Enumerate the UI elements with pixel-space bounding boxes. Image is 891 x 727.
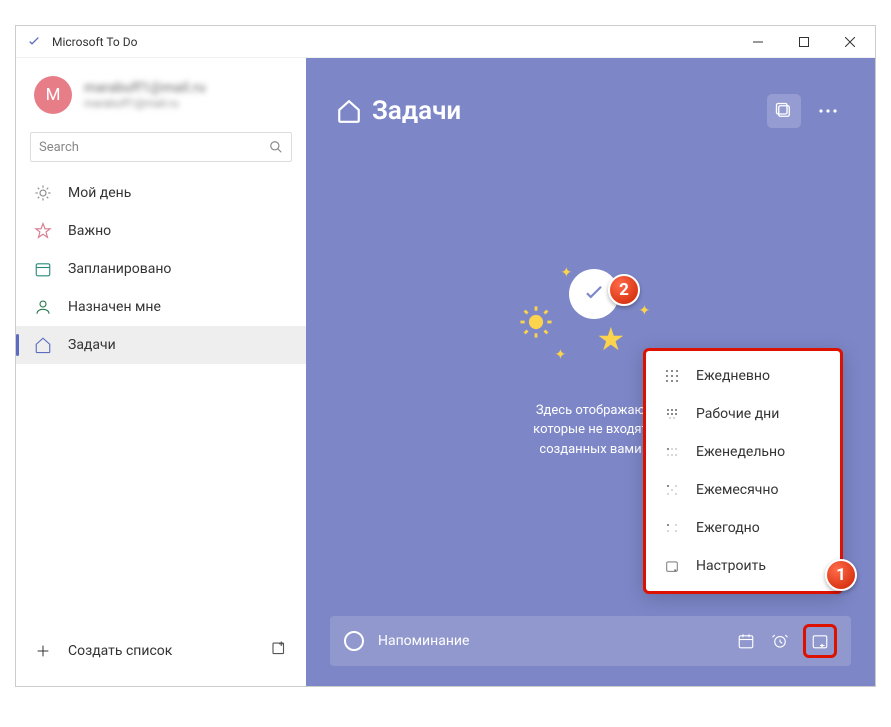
maximize-button[interactable] bbox=[781, 26, 827, 58]
window-title: Microsoft To Do bbox=[52, 35, 735, 49]
weekdays-icon bbox=[664, 406, 680, 422]
main-header: Задачи bbox=[330, 58, 851, 146]
repeat-popup: Ежедневно Рабочие дни Еженедельно Ежемес… bbox=[643, 348, 843, 594]
sparkle-icon: ✦ bbox=[561, 263, 573, 284]
popup-item-weekly[interactable]: Еженедельно bbox=[646, 433, 840, 471]
sidebar-item-planned[interactable]: Запланировано bbox=[16, 250, 306, 288]
minimize-button[interactable] bbox=[735, 26, 781, 58]
sidebar-label: Мой день bbox=[68, 185, 131, 201]
sidebar-label: Задачи bbox=[68, 337, 116, 353]
task-input[interactable]: Напоминание bbox=[378, 633, 735, 649]
sparkle-icon: ✦ bbox=[555, 345, 567, 366]
main-panel: Задачи ✦ ★ ✦ ✦ Здесь отображаю которые н… bbox=[306, 58, 875, 686]
sun-illustration-icon bbox=[519, 305, 553, 339]
task-circle-icon bbox=[344, 631, 364, 651]
profile-name: marabuff1@mail.ru bbox=[84, 80, 206, 97]
yearly-icon bbox=[664, 520, 680, 536]
calendar-icon bbox=[34, 260, 52, 278]
empty-text-1: Здесь отображаю bbox=[536, 401, 645, 421]
popup-label: Ежедневно bbox=[696, 368, 770, 384]
sparkle-icon: ✦ bbox=[639, 301, 651, 322]
popup-item-monthly[interactable]: Ежемесячно bbox=[646, 471, 840, 509]
home-icon bbox=[34, 336, 52, 354]
page-title: Задачи bbox=[372, 96, 767, 126]
app-logo-icon bbox=[26, 34, 42, 50]
avatar: M bbox=[34, 76, 72, 114]
plus-icon[interactable] bbox=[34, 642, 52, 660]
titlebar: Microsoft To Do bbox=[16, 26, 875, 58]
sun-icon bbox=[34, 184, 52, 202]
content: M marabuff1@mail.ru marabuff1@mail.ru Se… bbox=[16, 58, 875, 686]
annotation-1: 1 bbox=[825, 559, 857, 591]
task-icons bbox=[735, 624, 837, 658]
daily-icon bbox=[664, 368, 680, 384]
due-date-button[interactable] bbox=[735, 630, 757, 652]
popup-label: Рабочие дни bbox=[696, 406, 779, 422]
window-controls bbox=[735, 26, 873, 58]
custom-icon bbox=[664, 558, 680, 574]
popup-label: Ежемесячно bbox=[696, 482, 778, 498]
annotation-2: 2 bbox=[608, 274, 640, 306]
sidebar-item-assigned[interactable]: Назначен мне bbox=[16, 288, 306, 326]
sidebar: M marabuff1@mail.ru marabuff1@mail.ru Se… bbox=[16, 58, 306, 686]
profile-email: marabuff1@mail.ru bbox=[84, 97, 206, 110]
popup-label: Настроить bbox=[696, 558, 766, 574]
weekly-icon bbox=[664, 444, 680, 460]
star-illustration-icon: ★ bbox=[597, 315, 626, 363]
more-button[interactable] bbox=[811, 94, 845, 128]
new-group-button[interactable] bbox=[270, 640, 288, 662]
repeat-button[interactable] bbox=[809, 630, 831, 652]
person-icon bbox=[34, 298, 52, 316]
app-window: Microsoft To Do M marabuff1@mail.ru mara… bbox=[15, 25, 876, 687]
close-button[interactable] bbox=[827, 26, 873, 58]
profile[interactable]: M marabuff1@mail.ru marabuff1@mail.ru bbox=[16, 70, 306, 128]
add-task-bar[interactable]: Напоминание bbox=[330, 616, 851, 666]
star-icon bbox=[34, 222, 52, 240]
empty-text-3: созданных вами bbox=[539, 440, 641, 460]
sidebar-label: Запланировано bbox=[68, 261, 171, 277]
reminder-button[interactable] bbox=[769, 630, 791, 652]
popup-item-yearly[interactable]: Ежегодно bbox=[646, 509, 840, 547]
search-icon bbox=[269, 140, 283, 154]
sidebar-item-myday[interactable]: Мой день bbox=[16, 174, 306, 212]
create-list-button[interactable]: Создать список bbox=[68, 643, 172, 659]
popup-label: Еженедельно bbox=[696, 444, 785, 460]
profile-text: marabuff1@mail.ru marabuff1@mail.ru bbox=[84, 80, 206, 110]
search-placeholder: Search bbox=[39, 140, 269, 155]
sidebar-item-important[interactable]: Важно bbox=[16, 212, 306, 250]
search-input[interactable]: Search bbox=[30, 132, 292, 162]
suggestions-button[interactable] bbox=[767, 94, 801, 128]
sidebar-footer: Создать список bbox=[16, 628, 306, 674]
sidebar-item-tasks[interactable]: Задачи bbox=[16, 326, 306, 364]
sidebar-label: Назначен мне bbox=[68, 299, 161, 315]
home-icon bbox=[336, 98, 362, 124]
popup-item-daily[interactable]: Ежедневно bbox=[646, 357, 840, 395]
empty-text-2: которые не входят bbox=[533, 420, 648, 440]
repeat-button-highlight bbox=[803, 624, 837, 658]
popup-item-weekdays[interactable]: Рабочие дни bbox=[646, 395, 840, 433]
popup-label: Ежегодно bbox=[696, 520, 760, 536]
monthly-icon bbox=[664, 482, 680, 498]
popup-item-custom[interactable]: Настроить bbox=[646, 547, 840, 585]
sidebar-label: Важно bbox=[68, 223, 111, 239]
